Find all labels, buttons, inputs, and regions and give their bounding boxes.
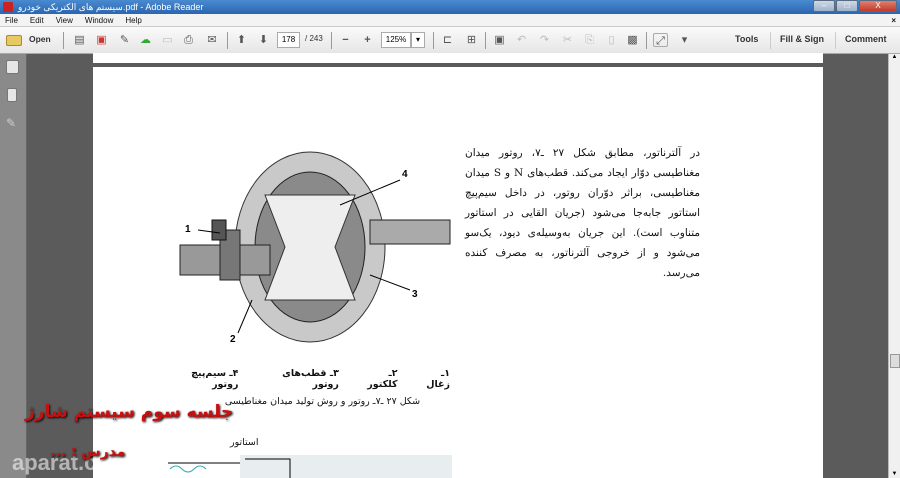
fit-page-icon[interactable]: ⊏ <box>440 33 455 47</box>
menu-bar: File Edit View Window Help × <box>0 14 900 27</box>
open-folder-icon[interactable] <box>6 35 22 46</box>
menu-file[interactable]: File <box>5 14 18 26</box>
snapshot-icon[interactable]: ▩ <box>625 33 640 47</box>
title-bar: سیستم های الکتریکی خودرو.pdf - Adobe Rea… <box>0 0 900 14</box>
stator-diagram <box>168 455 452 478</box>
combine-files-icon[interactable]: ▣ <box>94 33 109 47</box>
full-screen-icon[interactable]: ⤢ <box>653 33 668 47</box>
page-number-input[interactable]: 178 <box>277 32 300 48</box>
fill-sign-button[interactable]: Fill & Sign <box>780 34 824 44</box>
redo-icon[interactable]: ↷ <box>537 33 552 47</box>
window-title: سیستم های الکتریکی خودرو.pdf - Adobe Rea… <box>18 2 204 12</box>
toolbar: Open ▤ ▣ ✎ ☁ ▭ ⎙ ✉ ⬆ ⬇ 178 / 243 − + 125… <box>0 27 900 54</box>
tools-button[interactable]: Tools <box>735 34 758 44</box>
zoom-out-icon[interactable]: − <box>338 33 353 47</box>
email-icon[interactable]: ✉ <box>203 33 221 47</box>
save-icon[interactable]: ▭ <box>160 33 175 47</box>
previous-page-bottom <box>93 53 823 63</box>
legend-item: ۳ـ قطب‌های روتور <box>282 368 339 390</box>
maximize-button[interactable]: □ <box>836 0 858 12</box>
bookmarks-icon[interactable] <box>7 88 17 102</box>
menu-view[interactable]: View <box>56 14 73 26</box>
legend-item: ۱ـ زغال <box>426 368 450 390</box>
menu-edit[interactable]: Edit <box>30 14 44 26</box>
paste-icon[interactable]: ▯ <box>604 33 619 47</box>
scroll-up-icon[interactable]: ▲ <box>889 54 900 60</box>
open-button[interactable]: Open <box>29 34 51 44</box>
body-paragraph: در آلترناتور، مطابق شکل ۲۷ ـ۷، روتور مید… <box>465 147 700 279</box>
zoom-level-input[interactable]: 125% <box>381 32 411 48</box>
comment-button[interactable]: Comment <box>845 34 887 44</box>
shaft-right <box>369 219 451 245</box>
stator-label: استاتور <box>230 437 259 448</box>
lesson-title-overlay: جلسه سوم سیستم شارژ <box>25 402 234 422</box>
minimize-button[interactable]: – <box>813 0 835 12</box>
vertical-scrollbar[interactable]: ▲ ▼ <box>888 54 900 478</box>
close-button[interactable]: X <box>859 0 897 12</box>
more-tools-dropdown-icon[interactable]: ▾ <box>677 33 692 47</box>
cut-icon[interactable]: ✂ <box>560 33 575 47</box>
legend-item: ۴ـ سیم‌پیچ روتور <box>191 368 239 390</box>
scroll-down-icon[interactable]: ▼ <box>889 471 900 477</box>
figure-legend: ۱ـ زغال ۲ـ کلکتور ۳ـ قطب‌های روتور ۴ـ سی… <box>165 368 450 390</box>
adobe-reader-icon <box>3 2 13 12</box>
fit-width-icon[interactable]: ⊞ <box>464 33 479 47</box>
figure-label-4: 4 <box>402 169 408 180</box>
rotate-icon[interactable]: ▣ <box>492 33 507 47</box>
undo-icon[interactable]: ↶ <box>514 33 529 47</box>
brush <box>211 219 227 241</box>
legend-item: ۲ـ کلکتور <box>367 368 398 390</box>
figure-caption: شکل ۲۷ ـ۷ـ روتور و روش تولید میدان مغناط… <box>224 396 421 407</box>
figure-label-2: 2 <box>230 334 236 345</box>
rotor-illustration: 1 2 3 4 <box>179 151 451 345</box>
create-pdf-icon[interactable]: ▤ <box>72 33 87 47</box>
copy-icon[interactable]: ⎘ <box>582 33 597 47</box>
next-page-icon[interactable]: ⬇ <box>256 33 271 47</box>
zoom-dropdown-icon[interactable]: ▾ <box>411 32 425 48</box>
print-icon[interactable]: ⎙ <box>181 33 196 47</box>
page-thumbnails-icon[interactable] <box>6 60 19 74</box>
menu-window[interactable]: Window <box>85 14 113 26</box>
zoom-in-icon[interactable]: + <box>360 33 375 47</box>
figure-label-1: 1 <box>185 224 191 235</box>
figure-label-3: 3 <box>412 289 418 300</box>
attachments-icon[interactable]: ✎ <box>6 116 19 130</box>
previous-page-icon[interactable]: ⬆ <box>234 33 249 47</box>
close-document-button[interactable]: × <box>891 14 896 27</box>
scrollbar-thumb[interactable] <box>890 354 900 368</box>
teacher-overlay: مدرس : ... <box>50 444 126 460</box>
cloud-upload-icon[interactable]: ☁ <box>138 33 153 47</box>
page-total: / 243 <box>305 34 323 43</box>
edit-document-icon[interactable]: ✎ <box>117 33 132 47</box>
navigation-pane: ✎ <box>0 54 27 478</box>
menu-help[interactable]: Help <box>125 14 141 26</box>
